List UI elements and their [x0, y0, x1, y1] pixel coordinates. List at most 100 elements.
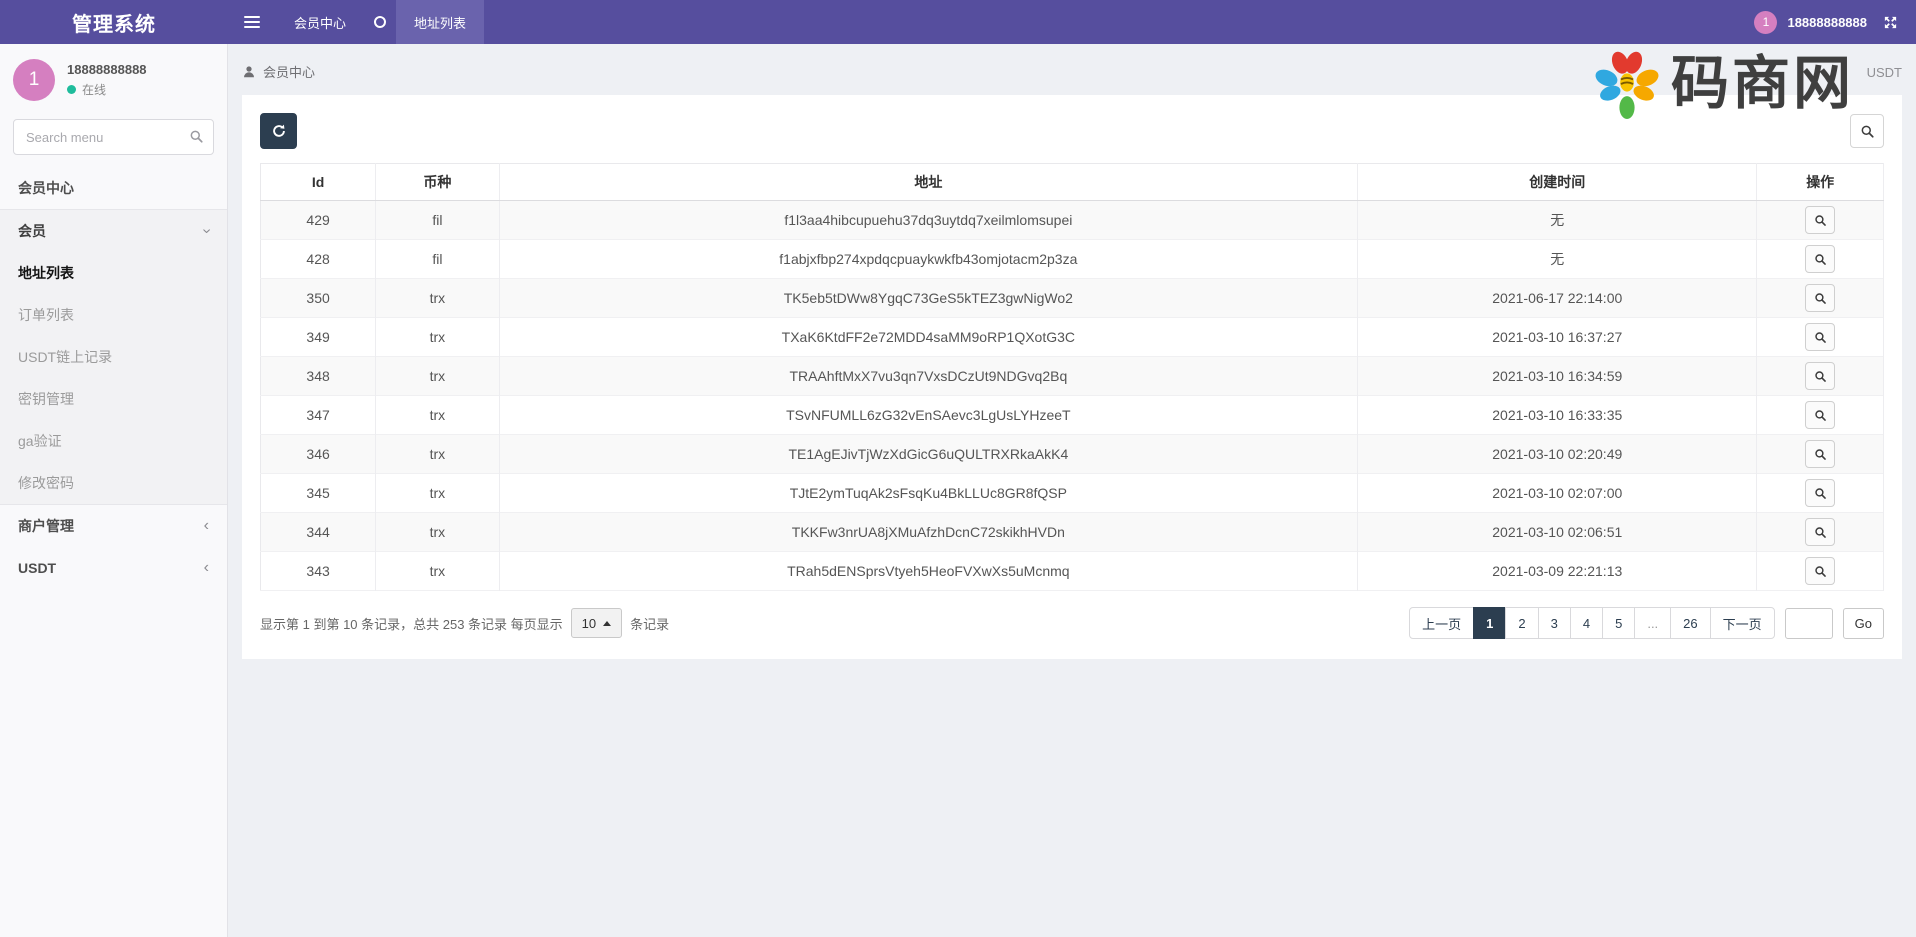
fullscreen-icon[interactable] [1883, 15, 1898, 30]
page-button-1[interactable]: 1 [1473, 607, 1506, 639]
cell-action [1757, 396, 1884, 435]
view-address-button[interactable] [1805, 440, 1835, 468]
column-header-id[interactable]: Id [261, 164, 376, 201]
page-button-3[interactable]: 3 [1538, 607, 1571, 639]
view-address-button[interactable] [1805, 284, 1835, 312]
sidebar-toggle-icon[interactable] [228, 0, 276, 44]
online-dot-icon [67, 85, 76, 94]
view-address-button[interactable] [1805, 245, 1835, 273]
cell-address: f1l3aa4hibcupuehu37dq3uytdq7xeilmlomsupe… [499, 201, 1358, 240]
page-button-5[interactable]: 5 [1602, 607, 1635, 639]
sidebar-item-merchant-management[interactable]: 商户管理‹ [0, 505, 227, 547]
view-address-button[interactable] [1805, 557, 1835, 585]
sidebar-item-change-password[interactable]: 修改密码 [0, 462, 227, 504]
cell-id: 349 [261, 318, 376, 357]
refresh-button[interactable] [260, 113, 297, 149]
cell-created: 无 [1358, 240, 1757, 279]
sidebar-item-address-list[interactable]: 地址列表 [0, 252, 227, 294]
sidebar-item-usdt[interactable]: USDT‹ [0, 547, 227, 589]
search-icon [1814, 370, 1827, 383]
column-header-created[interactable]: 创建时间 [1358, 164, 1757, 201]
cell-address: f1abjxfbp274xpdqcpuaykwkfb43omjotacm2p3z… [499, 240, 1358, 279]
breadcrumb-label: 会员中心 [263, 62, 315, 81]
nav-tab-address-list[interactable]: 地址列表 [396, 0, 484, 44]
sidebar-item-member-center[interactable]: 会员中心 [0, 167, 227, 209]
cell-action [1757, 357, 1884, 396]
cell-address: TRAAhftMxX7vu3qn7VxsDCzUt9NDGvq2Bq [499, 357, 1358, 396]
navbar-username[interactable]: 18888888888 [1787, 15, 1867, 30]
cell-action [1757, 279, 1884, 318]
page-button-26[interactable]: 26 [1670, 607, 1710, 639]
cell-action [1757, 513, 1884, 552]
view-address-button[interactable] [1805, 206, 1835, 234]
cell-id: 347 [261, 396, 376, 435]
cell-id: 428 [261, 240, 376, 279]
view-address-button[interactable] [1805, 401, 1835, 429]
cell-address: TXaK6KtdFF2e72MDD4saMM9oRP1QXotG3C [499, 318, 1358, 357]
toggle-search-button[interactable] [1850, 114, 1884, 148]
cell-coin: trx [376, 279, 499, 318]
cell-address: TE1AgEJivTjWzXdGicG6uQULTRXRkaAkK4 [499, 435, 1358, 474]
table-footer: 显示第 1 到第 10 条记录，总共 253 条记录 每页显示 10 条记录 上… [260, 607, 1884, 639]
app-title: 管理系统 [0, 0, 228, 44]
chevron-left-icon: ‹ [204, 518, 209, 534]
view-address-button[interactable] [1805, 323, 1835, 351]
table-row: 343trxTRah5dENSprsVtyeh5HeoFVXwXs5uMcnmq… [261, 552, 1884, 591]
cell-id: 344 [261, 513, 376, 552]
column-header-coin[interactable]: 币种 [376, 164, 499, 201]
cell-created: 2021-03-09 22:21:13 [1358, 552, 1757, 591]
refresh-tab-icon[interactable] [364, 0, 396, 44]
cell-action [1757, 474, 1884, 513]
sidebar-item-label: 订单列表 [18, 305, 74, 325]
search-icon [1814, 487, 1827, 500]
table-row: 347trxTSvNFUMLL6zG32vEnSAevc3LgUsLYHzeeT… [261, 396, 1884, 435]
cell-created: 2021-03-10 02:07:00 [1358, 474, 1757, 513]
cell-created: 2021-03-10 16:34:59 [1358, 357, 1757, 396]
chevron-down-icon: › [198, 228, 214, 233]
view-address-button[interactable] [1805, 479, 1835, 507]
page-button-2[interactable]: 2 [1505, 607, 1538, 639]
table-row: 429filf1l3aa4hibcupuehu37dq3uytdq7xeilml… [261, 201, 1884, 240]
avatar[interactable]: 1 [1754, 11, 1777, 34]
table-row: 345trxTJtE2ymTuqAk2sFsqKu4BkLLUc8GR8fQSP… [261, 474, 1884, 513]
sidebar-item-ga-verify[interactable]: ga验证 [0, 420, 227, 462]
search-icon [1814, 526, 1827, 539]
cell-address: TKKFw3nrUA8jXMuAfzhDcnC72skikhHVDn [499, 513, 1358, 552]
column-header-address[interactable]: 地址 [499, 164, 1358, 201]
page-size-dropdown[interactable]: 10 [571, 608, 622, 638]
search-icon [1814, 292, 1827, 305]
sidebar-item-label: 修改密码 [18, 473, 74, 493]
view-address-button[interactable] [1805, 362, 1835, 390]
cell-created: 2021-03-10 16:33:35 [1358, 396, 1757, 435]
sidebar-item-label: 会员 [18, 221, 46, 241]
corner-label: USDT [1867, 65, 1902, 80]
table-header-row: Id 币种 地址 创建时间 操作 [261, 164, 1884, 201]
go-button[interactable]: Go [1843, 608, 1884, 639]
navbar-tabs: 会员中心 地址列表 [228, 0, 1754, 44]
column-header-action[interactable]: 操作 [1757, 164, 1884, 201]
cell-address: TRah5dENSprsVtyeh5HeoFVXwXs5uMcnmq [499, 552, 1358, 591]
page-prev-button[interactable]: 上一页 [1409, 607, 1474, 639]
sidebar-item-usdt-chain-records[interactable]: USDT链上记录 [0, 336, 227, 378]
cell-coin: fil [376, 201, 499, 240]
view-address-button[interactable] [1805, 518, 1835, 546]
avatar: 1 [13, 59, 55, 101]
page-button-4[interactable]: 4 [1570, 607, 1603, 639]
search-icon [1814, 448, 1827, 461]
goto-page-input[interactable] [1785, 608, 1833, 639]
page-size-value: 10 [582, 616, 596, 631]
nav-tab-member-center[interactable]: 会员中心 [276, 0, 364, 44]
cell-created: 无 [1358, 201, 1757, 240]
cell-id: 345 [261, 474, 376, 513]
sidebar-item-label: 地址列表 [18, 263, 74, 283]
sidebar-item-member[interactable]: 会员 › [0, 210, 227, 252]
main-content: 会员中心 USDT 码商网 [228, 44, 1916, 937]
cell-created: 2021-03-10 02:20:49 [1358, 435, 1757, 474]
cell-action [1757, 240, 1884, 279]
sidebar-item-key-management[interactable]: 密钥管理 [0, 378, 227, 420]
page-next-button[interactable]: 下一页 [1710, 607, 1775, 639]
menu-search-input[interactable] [13, 119, 214, 155]
cell-coin: trx [376, 318, 499, 357]
sidebar-item-order-list[interactable]: 订单列表 [0, 294, 227, 336]
search-icon [1814, 214, 1827, 227]
